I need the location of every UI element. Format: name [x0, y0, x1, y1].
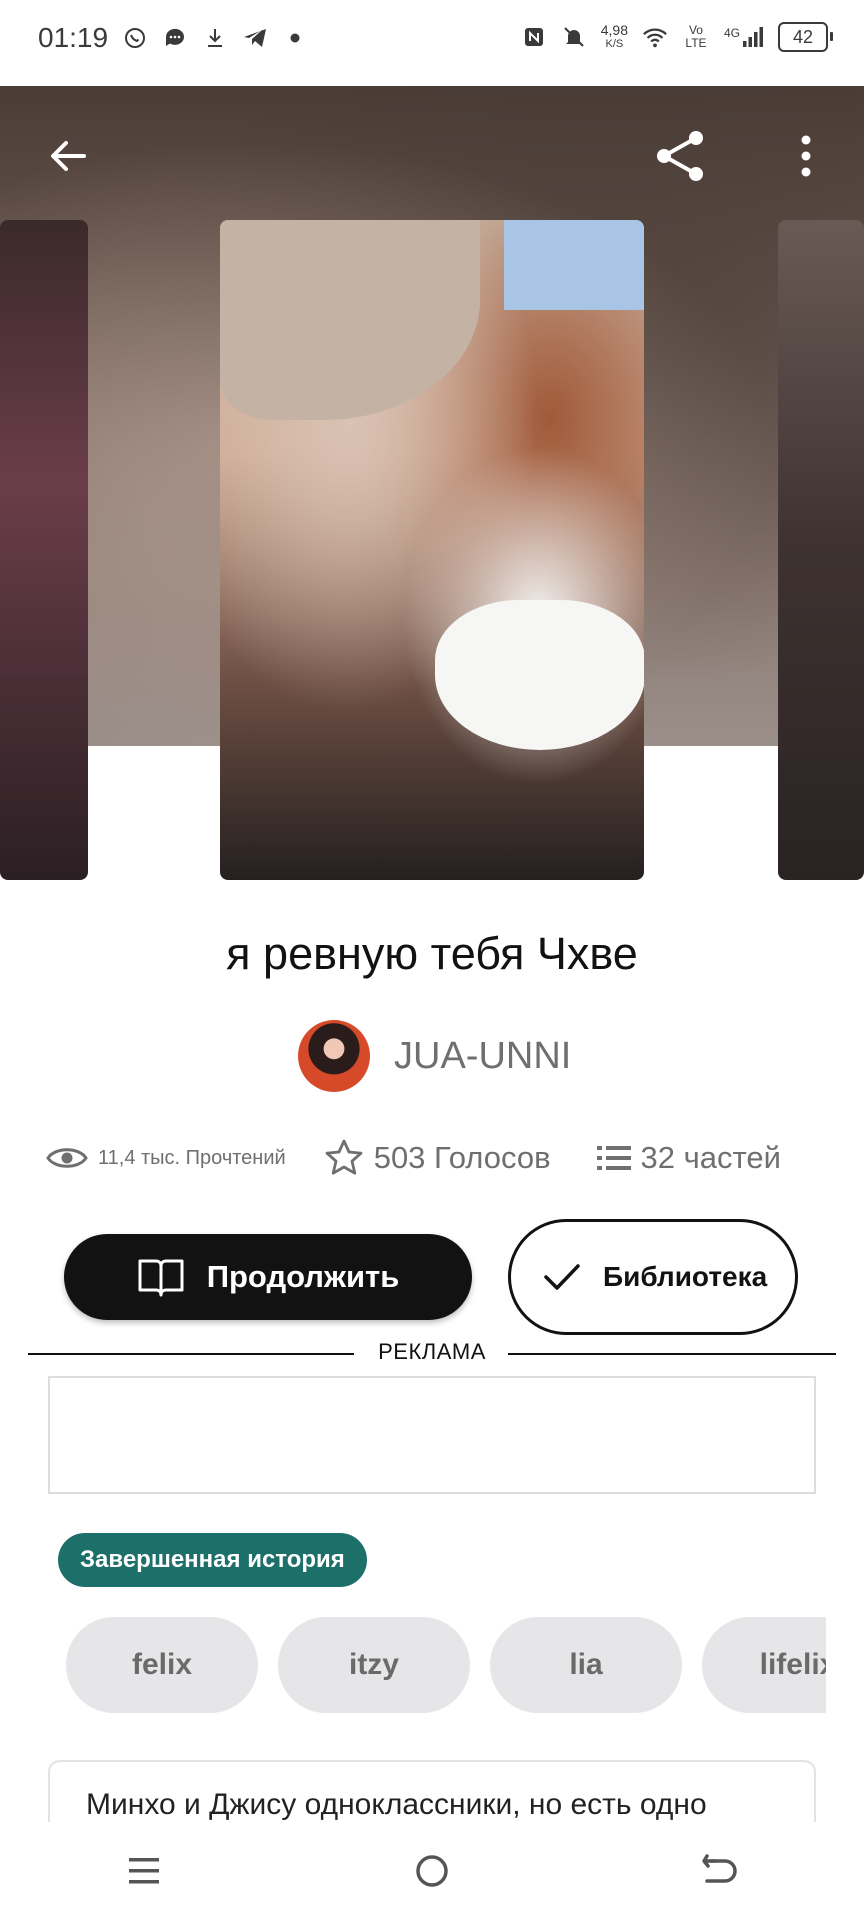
share-button[interactable] — [648, 124, 712, 188]
author-link[interactable]: JUA-UNNI — [298, 1020, 571, 1092]
library-button[interactable]: Библиотека — [508, 1219, 798, 1335]
cover-previous[interactable] — [0, 220, 88, 880]
ad-divider-right — [508, 1353, 836, 1355]
status-left: 01:19 — [38, 22, 308, 54]
votes-stat: 503 Голосов — [324, 1138, 551, 1178]
cover-next[interactable] — [778, 220, 864, 880]
share-icon — [657, 131, 703, 181]
nfc-icon — [521, 24, 547, 50]
story-title: я ревную тебя Чхве — [226, 928, 638, 979]
cover-image[interactable] — [220, 220, 644, 880]
reads-stat: 11,4 тыс. Прочтений — [46, 1144, 286, 1172]
status-bar: 01:19 4,98 K/S Vo LTE 4G 42 — [0, 0, 864, 86]
recent-apps-button[interactable] — [109, 1836, 179, 1906]
download-icon — [202, 25, 228, 51]
home-button[interactable] — [397, 1836, 467, 1906]
back-arrow-icon — [51, 141, 86, 171]
votes-count: 503 Голосов — [373, 1140, 551, 1175]
parts-count: 32 частей — [640, 1140, 781, 1175]
volte-indicator: Vo LTE — [685, 23, 707, 50]
ad-slot[interactable] — [48, 1376, 816, 1494]
status-badge: Завершенная история — [58, 1533, 367, 1587]
eye-icon — [46, 1148, 88, 1168]
back-icon — [702, 1854, 737, 1883]
telegram-icon — [242, 25, 268, 51]
more-vertical-icon — [801, 135, 811, 177]
continue-reading-button[interactable]: Продолжить — [64, 1234, 472, 1320]
home-icon — [416, 1855, 448, 1887]
tag-chip[interactable]: lia — [490, 1617, 682, 1713]
wifi-icon — [642, 24, 668, 50]
dot-icon — [282, 25, 308, 51]
whatsapp-icon — [122, 25, 148, 51]
book-icon — [138, 1259, 184, 1297]
tag-chip[interactable]: itzy — [278, 1617, 470, 1713]
check-icon — [544, 1264, 580, 1290]
back-button[interactable] — [36, 124, 100, 188]
signal-icon: 4G — [724, 26, 764, 48]
ad-label: РЕКЛАМА — [378, 1339, 486, 1364]
back-nav-button[interactable] — [685, 1836, 755, 1906]
reads-count: 11,4 тыс. Прочтений — [98, 1146, 286, 1169]
system-nav-bar — [0, 1822, 864, 1920]
recent-apps-icon — [129, 1858, 159, 1884]
messages-icon — [162, 25, 188, 51]
continue-label: Продолжить — [206, 1259, 400, 1294]
description-text: Минхо и Джису одноклассники, но есть одн… — [86, 1788, 707, 1821]
mute-icon — [561, 24, 587, 50]
battery-icon: 42 — [778, 22, 833, 52]
parts-stat: 32 частей — [596, 1140, 781, 1176]
avatar[interactable] — [298, 1020, 370, 1092]
story-stats: 11,4 тыс. Прочтений 503 Голосов 32 часте… — [46, 1138, 826, 1178]
tag-list: felix itzy lia lifelix — [66, 1617, 826, 1715]
star-icon — [325, 1139, 363, 1175]
status-time: 01:19 — [38, 22, 109, 53]
tag-chip[interactable]: felix — [66, 1617, 258, 1713]
author-name[interactable]: JUA-UNNI — [394, 1035, 571, 1078]
library-label: Библиотека — [603, 1261, 768, 1292]
status-right: 4,98 K/S Vo LTE 4G 42 — [521, 22, 833, 52]
net-speed: 4,98 K/S — [600, 22, 628, 50]
list-icon — [596, 1146, 631, 1170]
more-options-button[interactable] — [774, 124, 838, 188]
top-nav — [0, 100, 864, 210]
tag-chip[interactable]: lifelix — [702, 1617, 826, 1713]
